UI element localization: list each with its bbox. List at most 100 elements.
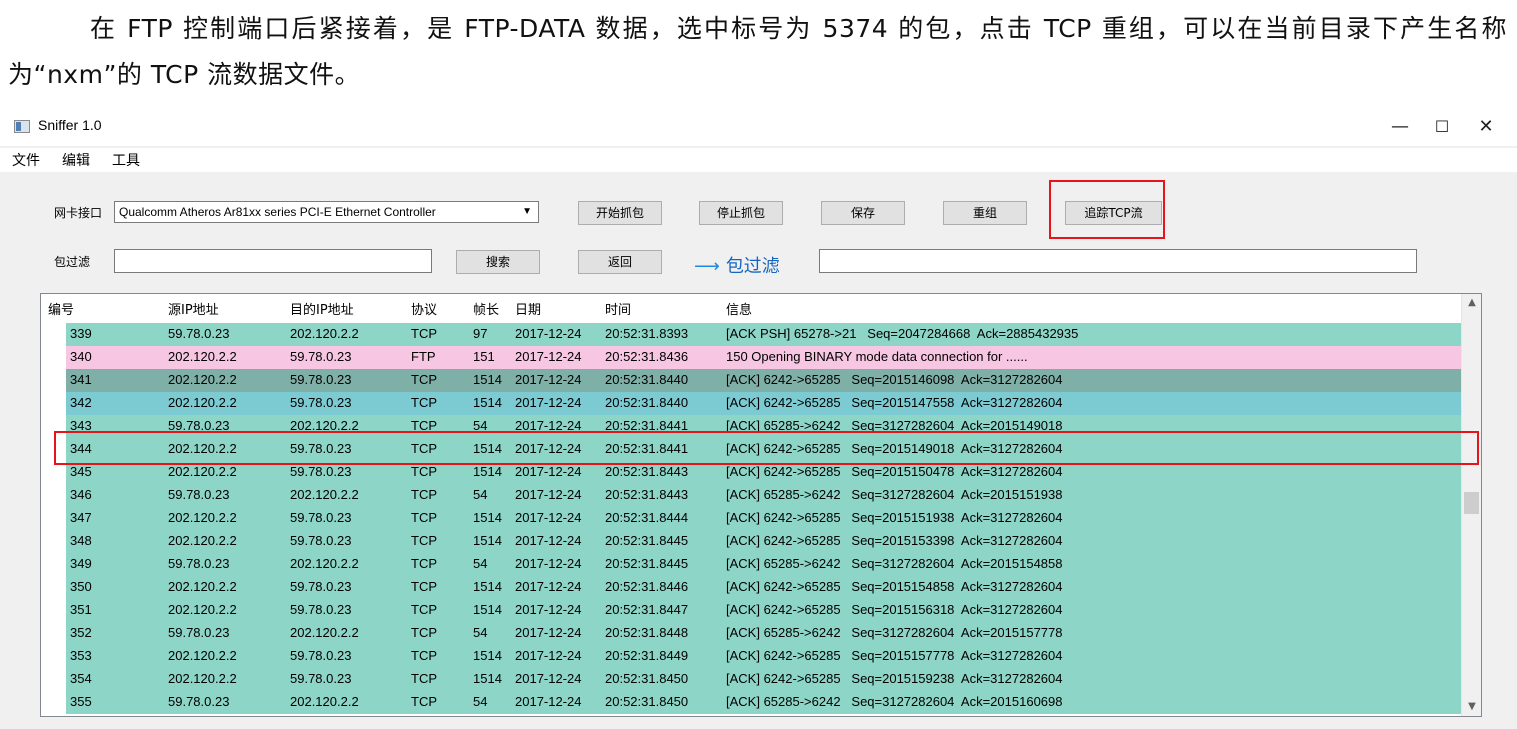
cell-info: [ACK] 6242->65285 Seq=2015157778 Ack=312… xyxy=(726,648,1063,663)
cell-info: [ACK PSH] 65278->21 Seq=2047284668 Ack=2… xyxy=(726,326,1079,341)
cell-time: 20:52:31.8436 xyxy=(605,349,689,364)
cell-dst-ip: 59.78.0.23 xyxy=(290,671,352,686)
table-row[interactable]: 353 202.120.2.2 59.78.0.23 TCP 1514 2017-12-2… xyxy=(66,645,1461,668)
table-row[interactable]: 339 59.78.0.23 202.120.2.2 TCP 97 2017-12-24 2… xyxy=(66,323,1461,346)
cell-time: 20:52:31.8441 xyxy=(605,418,689,433)
vertical-scrollbar[interactable]: ▲ ▼ xyxy=(1461,294,1481,716)
cell-protocol: TCP xyxy=(411,372,437,387)
scrollbar-thumb[interactable] xyxy=(1464,492,1479,514)
cell-protocol: TCP xyxy=(411,441,437,456)
cell-info: [ACK] 65285->6242 Seq=3127282604 Ack=201… xyxy=(726,418,1063,433)
table-row[interactable]: 345 202.120.2.2 59.78.0.23 TCP 1514 2017-12-2… xyxy=(66,461,1461,484)
cell-no: 355 xyxy=(70,694,92,709)
cell-src-ip: 202.120.2.2 xyxy=(168,510,237,525)
header-src-ip[interactable]: 源IP地址 xyxy=(168,299,219,318)
cell-info: 150 Opening BINARY mode data connection … xyxy=(726,349,1028,364)
close-icon[interactable]: ✕ xyxy=(1466,112,1506,142)
header-protocol[interactable]: 协议 xyxy=(411,299,437,318)
cell-frame-length: 1514 xyxy=(473,441,502,456)
reassemble-button[interactable]: 重组 xyxy=(943,201,1027,225)
cell-no: 343 xyxy=(70,418,92,433)
table-row[interactable]: 346 59.78.0.23 202.120.2.2 TCP 54 2017-12-24 2… xyxy=(66,484,1461,507)
cell-src-ip: 59.78.0.23 xyxy=(168,487,230,502)
save-button[interactable]: 保存 xyxy=(821,201,905,225)
header-no[interactable]: 编号 xyxy=(48,299,74,318)
back-button[interactable]: 返回 xyxy=(578,250,662,274)
follow-tcp-stream-button[interactable]: 追踪TCP流 xyxy=(1065,201,1162,225)
cell-info: [ACK] 65285->6242 Seq=3127282604 Ack=201… xyxy=(726,487,1063,502)
cell-frame-length: 1514 xyxy=(473,533,502,548)
filter-expression-input[interactable] xyxy=(819,249,1417,273)
cell-time: 20:52:31.8440 xyxy=(605,395,689,410)
nic-select[interactable]: Qualcomm Atheros Ar81xx series PCI-E Eth… xyxy=(114,201,539,223)
scroll-down-icon[interactable]: ▼ xyxy=(1462,698,1481,716)
filter-input[interactable] xyxy=(114,249,432,273)
cell-date: 2017-12-24 xyxy=(515,671,582,686)
cell-dst-ip: 59.78.0.23 xyxy=(290,372,352,387)
table-row[interactable]: 355 59.78.0.23 202.120.2.2 TCP 54 2017-12-24 2… xyxy=(66,691,1461,714)
cell-src-ip: 202.120.2.2 xyxy=(168,441,237,456)
table-row[interactable]: 349 59.78.0.23 202.120.2.2 TCP 54 2017-12-24 2… xyxy=(66,553,1461,576)
table-row[interactable]: 348 202.120.2.2 59.78.0.23 TCP 1514 2017-12-2… xyxy=(66,530,1461,553)
scroll-up-icon[interactable]: ▲ xyxy=(1462,294,1481,312)
cell-frame-length: 1514 xyxy=(473,648,502,663)
cell-protocol: TCP xyxy=(411,625,437,640)
filter-hint: ⟶ 包过滤 xyxy=(694,252,780,278)
minimize-icon[interactable]: — xyxy=(1380,112,1420,142)
table-row[interactable]: 347 202.120.2.2 59.78.0.23 TCP 1514 2017-12-2… xyxy=(66,507,1461,530)
cell-dst-ip: 59.78.0.23 xyxy=(290,441,352,456)
search-button[interactable]: 搜索 xyxy=(456,250,540,274)
cell-no: 346 xyxy=(70,487,92,502)
cell-date: 2017-12-24 xyxy=(515,579,582,594)
table-row[interactable]: 344 202.120.2.2 59.78.0.23 TCP 1514 2017-12-2… xyxy=(66,438,1461,461)
cell-frame-length: 151 xyxy=(473,349,495,364)
cell-info: [ACK] 6242->65285 Seq=2015159238 Ack=312… xyxy=(726,671,1063,686)
cell-dst-ip: 202.120.2.2 xyxy=(290,625,359,640)
cell-src-ip: 202.120.2.2 xyxy=(168,372,237,387)
cell-src-ip: 202.120.2.2 xyxy=(168,671,237,686)
cell-dst-ip: 59.78.0.23 xyxy=(290,579,352,594)
cell-no: 340 xyxy=(70,349,92,364)
cell-frame-length: 1514 xyxy=(473,579,502,594)
cell-time: 20:52:31.8440 xyxy=(605,372,689,387)
header-date[interactable]: 日期 xyxy=(515,299,541,318)
menu-file[interactable]: 文件 xyxy=(12,150,40,170)
cell-date: 2017-12-24 xyxy=(515,694,582,709)
menu-edit[interactable]: 编辑 xyxy=(62,150,90,170)
packet-table: 编号 源IP地址 目的IP地址 协议 帧长 日期 时间 信息 339 59.78.… xyxy=(40,293,1482,717)
cell-info: [ACK] 6242->65285 Seq=2015149018 Ack=312… xyxy=(726,441,1063,456)
cell-dst-ip: 59.78.0.23 xyxy=(290,602,352,617)
cell-frame-length: 1514 xyxy=(473,372,502,387)
cell-protocol: TCP xyxy=(411,395,437,410)
header-time[interactable]: 时间 xyxy=(605,299,631,318)
table-row[interactable]: 351 202.120.2.2 59.78.0.23 TCP 1514 2017-12-2… xyxy=(66,599,1461,622)
cell-frame-length: 1514 xyxy=(473,602,502,617)
header-frame-length[interactable]: 帧长 xyxy=(473,299,499,318)
header-dst-ip[interactable]: 目的IP地址 xyxy=(290,299,354,318)
filter-label: 包过滤 xyxy=(54,255,91,269)
menu-tools[interactable]: 工具 xyxy=(112,150,140,170)
table-row[interactable]: 350 202.120.2.2 59.78.0.23 TCP 1514 2017-12-2… xyxy=(66,576,1461,599)
cell-src-ip: 202.120.2.2 xyxy=(168,579,237,594)
cell-frame-length: 97 xyxy=(473,326,488,341)
table-row[interactable]: 343 59.78.0.23 202.120.2.2 TCP 54 2017-12-24 2… xyxy=(66,415,1461,438)
cell-info: [ACK] 6242->65285 Seq=2015150478 Ack=312… xyxy=(726,464,1063,479)
table-row[interactable]: 342 202.120.2.2 59.78.0.23 TCP 1514 2017-12-2… xyxy=(66,392,1461,415)
table-row[interactable]: 340 202.120.2.2 59.78.0.23 FTP 151 2017-12-24… xyxy=(66,346,1461,369)
table-header: 编号 源IP地址 目的IP地址 协议 帧长 日期 时间 信息 xyxy=(41,294,1461,320)
maximize-icon[interactable]: ☐ xyxy=(1422,112,1462,142)
table-row[interactable]: 354 202.120.2.2 59.78.0.23 TCP 1514 2017-12-2… xyxy=(66,668,1461,691)
cell-no: 351 xyxy=(70,602,92,617)
cell-info: [ACK] 6242->65285 Seq=2015146098 Ack=312… xyxy=(726,372,1063,387)
filter-hint-label: 包过滤 xyxy=(725,256,780,277)
cell-no: 352 xyxy=(70,625,92,640)
header-info[interactable]: 信息 xyxy=(726,299,752,318)
start-capture-button[interactable]: 开始抓包 xyxy=(578,201,662,225)
table-row[interactable]: 352 59.78.0.23 202.120.2.2 TCP 54 2017-12-24 2… xyxy=(66,622,1461,645)
stop-capture-button[interactable]: 停止抓包 xyxy=(699,201,783,225)
window-title: Sniffer 1.0 xyxy=(38,117,102,133)
cell-src-ip: 202.120.2.2 xyxy=(168,395,237,410)
table-row[interactable]: 341 202.120.2.2 59.78.0.23 TCP 1514 2017-12-2… xyxy=(66,369,1461,392)
cell-src-ip: 59.78.0.23 xyxy=(168,556,230,571)
cell-frame-length: 54 xyxy=(473,418,488,433)
